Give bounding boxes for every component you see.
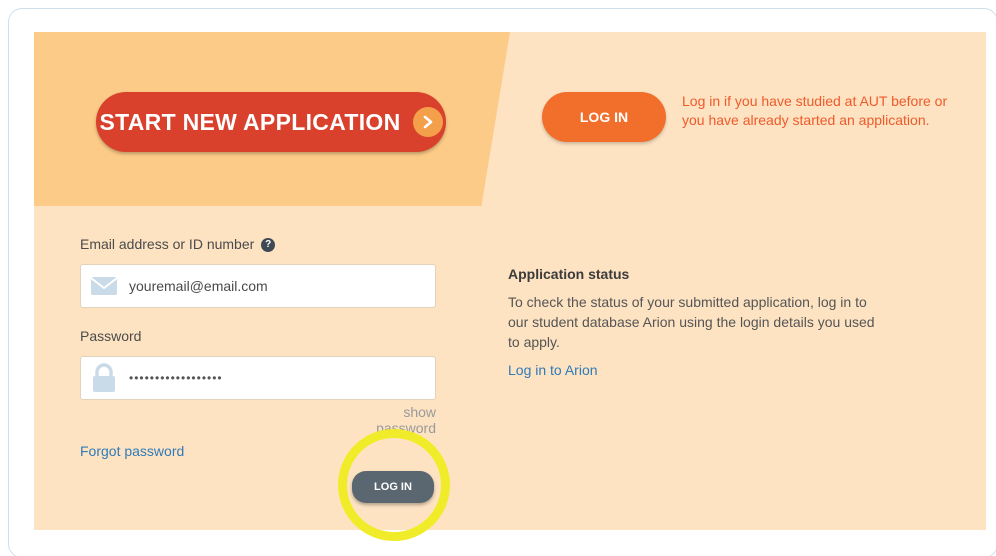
returning-login-button[interactable]: LOG IN — [542, 92, 666, 142]
arion-login-link[interactable]: Log in to Arion — [508, 362, 598, 378]
email-field[interactable]: youremail@email.com — [80, 264, 436, 308]
application-panel: START NEW APPLICATION LOG IN Log in if y… — [34, 32, 986, 541]
email-value: youremail@email.com — [129, 278, 268, 294]
chevron-right-icon — [412, 107, 443, 137]
returning-login-label: LOG IN — [579, 109, 629, 125]
start-new-application-label: START NEW APPLICATION — [99, 108, 401, 135]
status-title: Application status — [508, 266, 630, 282]
login-button[interactable]: LOG IN — [352, 471, 434, 503]
status-description: To check the status of your submitted ap… — [508, 294, 875, 350]
email-label: Email address or ID number ? — [80, 236, 276, 253]
password-field[interactable]: •••••••••••••••••• — [80, 356, 436, 400]
lock-icon — [89, 363, 119, 392]
login-note: Log in if you have studied at AUT before… — [682, 93, 948, 128]
login-button-label: LOG IN — [374, 481, 412, 493]
email-label-text: Email address or ID number — [80, 236, 255, 252]
forgot-password-link[interactable]: Forgot password — [80, 443, 184, 459]
password-value: •••••••••••••••••• — [129, 371, 223, 385]
help-icon[interactable]: ? — [261, 238, 276, 253]
start-new-application-button[interactable]: START NEW APPLICATION — [96, 92, 446, 152]
envelope-icon — [89, 274, 119, 298]
password-label: Password — [80, 328, 142, 344]
